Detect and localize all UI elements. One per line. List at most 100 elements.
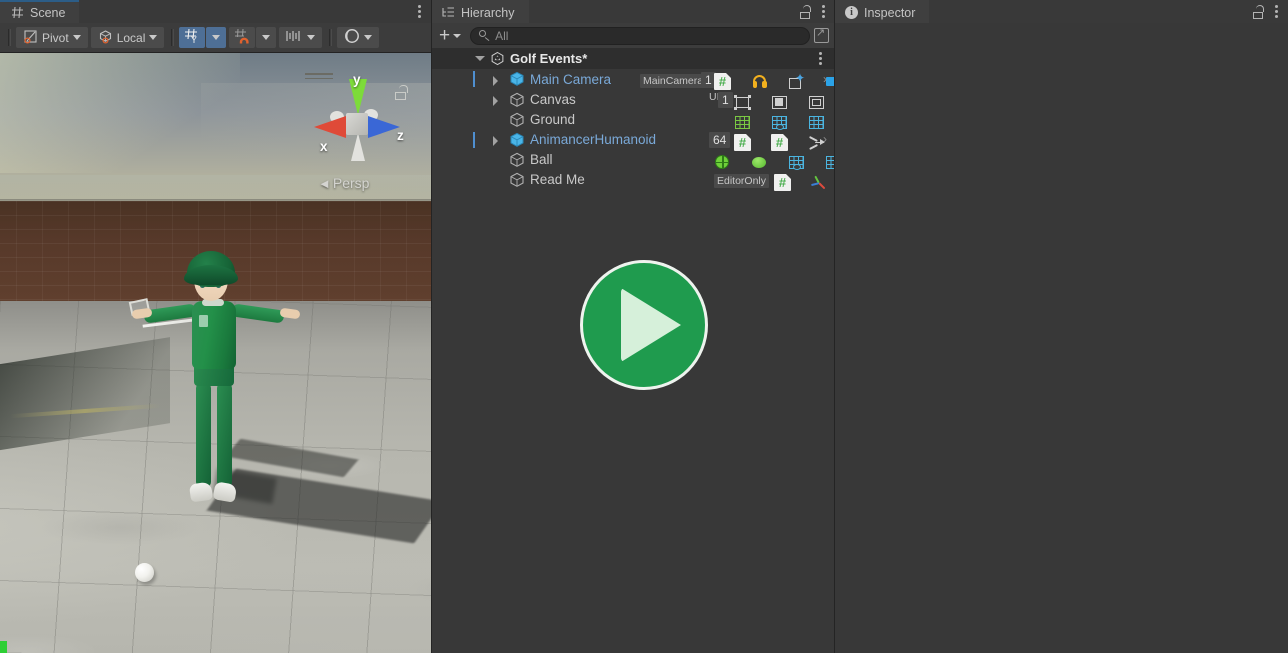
info-circle-icon [845,6,858,19]
tab-inspector[interactable]: Inspector [835,0,930,23]
search-icon [479,30,490,41]
flare-layer-icon: ✦ [788,72,805,90]
kebab-menu-icon[interactable] [822,4,826,19]
grid-snap-group: Y [179,27,227,48]
panel-divider-hierarchy-inspector[interactable] [834,0,835,653]
toolbar-divider [329,29,331,46]
character-hair-fringe [184,265,238,285]
character-leg-right [217,383,232,487]
gameobject-cube-icon [509,112,525,128]
kebab-menu-icon[interactable] [418,4,422,19]
pivot-label: Pivot [42,30,69,45]
prefab-marker [473,71,475,87]
mesh-collider-icon [788,154,805,171]
increment-snap-dropdown[interactable] [279,27,323,48]
prefab-cube-icon [509,71,525,87]
hierarchy-item-canvas[interactable]: Canvas UI 1 [431,90,863,111]
hierarchy-search-input[interactable]: All [470,26,810,45]
grid-snap-y-toggle[interactable]: Y [179,27,206,48]
open-in-new-window-icon[interactable] [814,26,829,43]
pivot-dropdown[interactable]: Pivot [16,27,88,48]
chevron-right-icon[interactable]: › [823,132,827,146]
csharp-script-icon [774,173,791,191]
hierarchy-search-placeholder: All [495,28,509,43]
tab-scene[interactable]: Scene [0,0,80,23]
magnet-snap-dropdown[interactable] [256,27,277,48]
hierarchy-item-label: Canvas [530,92,576,107]
gizmos-sphere-icon [344,28,360,47]
csharp-script-icon [771,133,788,151]
hierarchy-item-ground[interactable]: Ground [431,110,860,131]
sphere-collider-icon [714,154,731,171]
scene-toolbar: Pivot Local Y [0,23,431,53]
chevron-down-icon[interactable] [475,56,485,61]
kebab-menu-icon[interactable] [819,51,823,66]
hierarchy-item-label: AnimancerHumanoid [530,132,657,147]
chevron-down-icon [212,35,221,40]
hierarchy-item-animancerhumanoid[interactable]: AnimancerHumanoid 64 › [431,130,860,151]
kebab-menu-icon[interactable] [1275,4,1279,19]
chevron-right-icon[interactable] [493,136,498,146]
tag-label: EditorOnly [714,174,770,188]
panel-divider-scene-hierarchy[interactable] [431,0,432,653]
gameobject-cube-icon [509,92,525,108]
chevron-right-icon[interactable] [493,76,498,86]
hierarchy-item-label: Ground [530,112,576,127]
scene-tabbar: Scene [0,0,431,23]
chevron-right-icon[interactable] [493,96,498,106]
chevron-down-icon [307,35,316,40]
play-button[interactable] [580,260,708,390]
hierarchy-item-label: Read Me [530,172,585,187]
unity-editor-window: Scene Pivot Local Y x y z ◄ Persp Hierar… [0,0,1288,653]
layer-badge: 1 [718,92,733,108]
tab-hierarchy-label: Hierarchy [461,5,515,20]
hierarchy-item-ball[interactable]: Ball [431,150,877,171]
toolbar-divider [171,29,173,46]
mesh-filter-icon [734,114,751,131]
hierarchy-item-main-camera[interactable]: Main Camera MainCamera 1 ✦ › [431,69,877,90]
chevron-right-icon[interactable]: › [823,72,827,86]
character-arm-right [231,303,285,324]
tab-hierarchy[interactable]: Hierarchy [431,0,529,23]
unlocked-padlock-icon[interactable] [1252,4,1265,19]
canvas-scaler-icon [808,94,825,111]
grid-snap-y-icon: Y [184,28,200,47]
magnet-snap-toggle[interactable] [229,27,256,48]
csharp-script-icon [714,73,731,90]
prefab-cube-icon [509,132,525,148]
unlocked-padlock-icon[interactable] [799,4,812,19]
character-leg-left [196,383,211,487]
add-gameobject-button[interactable]: + [437,24,463,46]
gameobject-cube-icon [509,172,525,188]
tab-scene-label: Scene [30,5,66,20]
gizmos-dropdown[interactable] [337,27,380,48]
add-gameobject-label: + [439,24,451,46]
increment-snap-icon [286,29,303,46]
golfer-humanoid-tpose [128,251,302,531]
chevron-down-icon [149,35,158,40]
prefab-marker [473,132,475,148]
character-shoe-left [188,481,214,503]
scene-corner-marker [0,641,7,653]
inspector-panel: Inspector [835,0,1288,653]
golf-ball [135,563,154,582]
svg-text:Y: Y [191,35,197,44]
toolbar-divider [8,29,9,46]
character-torso [192,301,236,369]
sphere-mesh-icon [751,154,768,171]
inspector-tabbar-right [1252,0,1288,23]
hierarchy-item-read-me[interactable]: Read Me EditorOnly [431,170,835,191]
inspector-body [835,23,1288,653]
mesh-renderer-icon [808,114,825,131]
local-cube-icon [98,29,113,47]
chevron-down-icon [262,35,271,40]
pivot-rotate-icon [23,29,38,47]
play-triangle-icon [621,288,681,362]
local-dropdown[interactable]: Local [90,27,165,48]
hierarchy-item-label: Main Camera [530,72,612,87]
scene-viewport[interactable]: x y z ◄ Persp [0,53,431,653]
grid-snap-dropdown[interactable] [206,27,227,48]
hierarchy-scene-row[interactable]: Golf Events* [431,48,835,69]
inspector-tabbar: Inspector [835,0,1288,23]
unity-scene-icon [490,51,505,66]
